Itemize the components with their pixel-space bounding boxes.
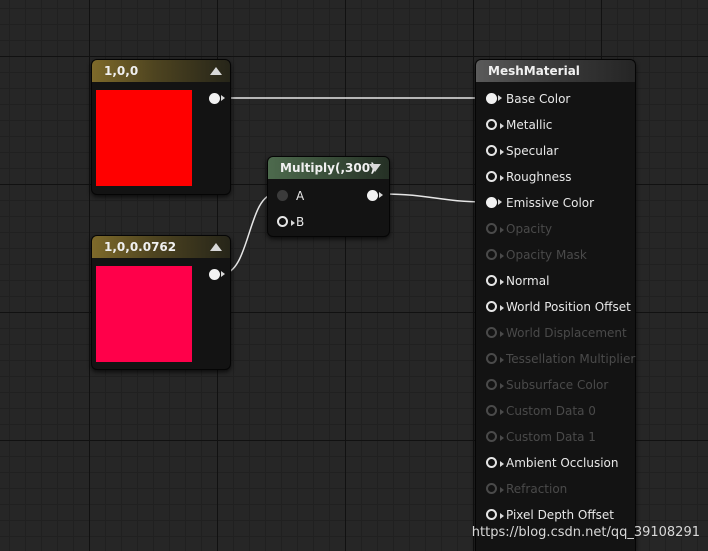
input-pin[interactable] [486,457,504,468]
input-pin [486,327,504,338]
node-header[interactable]: 1,0,0.0762 [92,236,230,258]
input-label: World Position Offset [506,300,631,314]
input-label: Roughness [506,170,572,184]
output-pin[interactable] [367,190,383,201]
input-pin [486,431,504,442]
input-label: Base Color [506,92,571,106]
input-label: World Displacement [506,326,627,340]
input-pin [486,249,504,260]
material-input-row[interactable]: Metallic [476,112,635,138]
input-label: Metallic [506,118,553,132]
color-swatch [96,266,192,362]
collapse-arrow-icon[interactable] [369,164,381,172]
input-pin[interactable] [486,197,502,208]
material-input-row[interactable]: World Displacement [476,320,635,346]
input-label: Refraction [506,482,568,496]
material-input-row[interactable]: World Position Offset [476,294,635,320]
node-title: 1,0,0 [104,64,139,78]
output-pin[interactable] [209,93,225,104]
node-header[interactable]: 1,0,0 [92,60,230,82]
input-label-a: A [296,189,305,203]
color-swatch [96,90,192,186]
input-pin[interactable] [486,93,502,104]
material-input-row[interactable]: Tessellation Multiplier [476,346,635,372]
input-label: Custom Data 1 [506,430,596,444]
constant-node-pink[interactable]: 1,0,0.0762 [91,235,231,370]
input-label: Subsurface Color [506,378,609,392]
input-pin-a[interactable] [277,190,288,201]
material-input-row[interactable]: Roughness [476,164,635,190]
material-input-row[interactable]: Custom Data 1 [476,424,635,450]
material-input-row[interactable]: Emissive Color [476,190,635,216]
material-input-row[interactable]: Custom Data 0 [476,398,635,424]
material-input-row[interactable]: Base Color [476,86,635,112]
input-label: Tessellation Multiplier [506,352,636,366]
input-pin[interactable] [486,275,504,286]
input-label: Opacity Mask [506,248,587,262]
input-label-b: B [296,215,305,229]
input-pin[interactable] [486,145,504,156]
wire-multiply-to-emissive [382,193,487,203]
input-pin[interactable] [486,171,504,182]
input-pin [486,483,504,494]
multiply-node[interactable]: Multiply(,300) A B [267,156,390,237]
node-title: 1,0,0.0762 [104,240,177,254]
collapse-arrow-icon[interactable] [210,243,222,251]
input-pin-b[interactable] [277,216,295,227]
node-title: Multiply(,300) [280,161,376,175]
input-pin[interactable] [486,119,504,130]
material-input-row[interactable]: Subsurface Color [476,372,635,398]
input-label: Opacity [506,222,553,236]
input-pin [486,379,504,390]
material-input-row[interactable]: Ambient Occlusion [476,450,635,476]
input-label: Specular [506,144,559,158]
material-input-row[interactable]: Specular [476,138,635,164]
input-label: Ambient Occlusion [506,456,619,470]
input-label: Normal [506,274,550,288]
constant-node-red[interactable]: 1,0,0 [91,59,231,195]
material-input-row[interactable]: Refraction [476,476,635,502]
watermark-text: https://blog.csdn.net/qq_39108291 [471,525,700,540]
collapse-arrow-icon[interactable] [210,67,222,75]
input-pin [486,223,504,234]
material-input-row[interactable]: Opacity Mask [476,242,635,268]
input-pin [486,353,504,364]
material-input-row[interactable]: Opacity [476,216,635,242]
input-label: Custom Data 0 [506,404,596,418]
node-header[interactable]: Multiply(,300) [268,157,389,179]
input-label: Emissive Color [506,196,595,210]
mesh-material-node[interactable]: MeshMaterial Base Color Metallic Specular R… [475,59,636,551]
node-title: MeshMaterial [488,64,580,78]
input-pin [486,405,504,416]
node-header[interactable]: MeshMaterial [476,60,635,82]
input-label: Pixel Depth Offset [506,508,614,522]
output-pin[interactable] [209,269,225,280]
input-pin[interactable] [486,509,504,520]
material-input-row[interactable]: Normal [476,268,635,294]
input-pin[interactable] [486,301,504,312]
